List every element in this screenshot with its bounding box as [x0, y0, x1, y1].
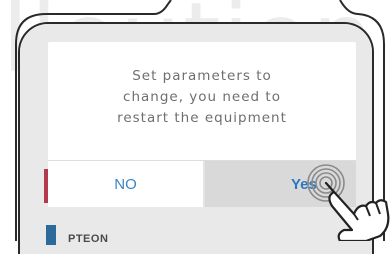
dialog-message-line: change, you need to: [123, 89, 281, 105]
underlay-label: PTEON: [68, 233, 109, 245]
dialog-message-line: restart the equipment: [117, 110, 287, 126]
no-button[interactable]: NO: [48, 161, 203, 207]
underlay-blue-element: [46, 225, 56, 245]
dialog-message-line: Set parameters to: [132, 68, 272, 84]
dialog-message: Set parameters to change, you need to re…: [48, 66, 356, 129]
tapping-hand-icon: [307, 164, 390, 241]
